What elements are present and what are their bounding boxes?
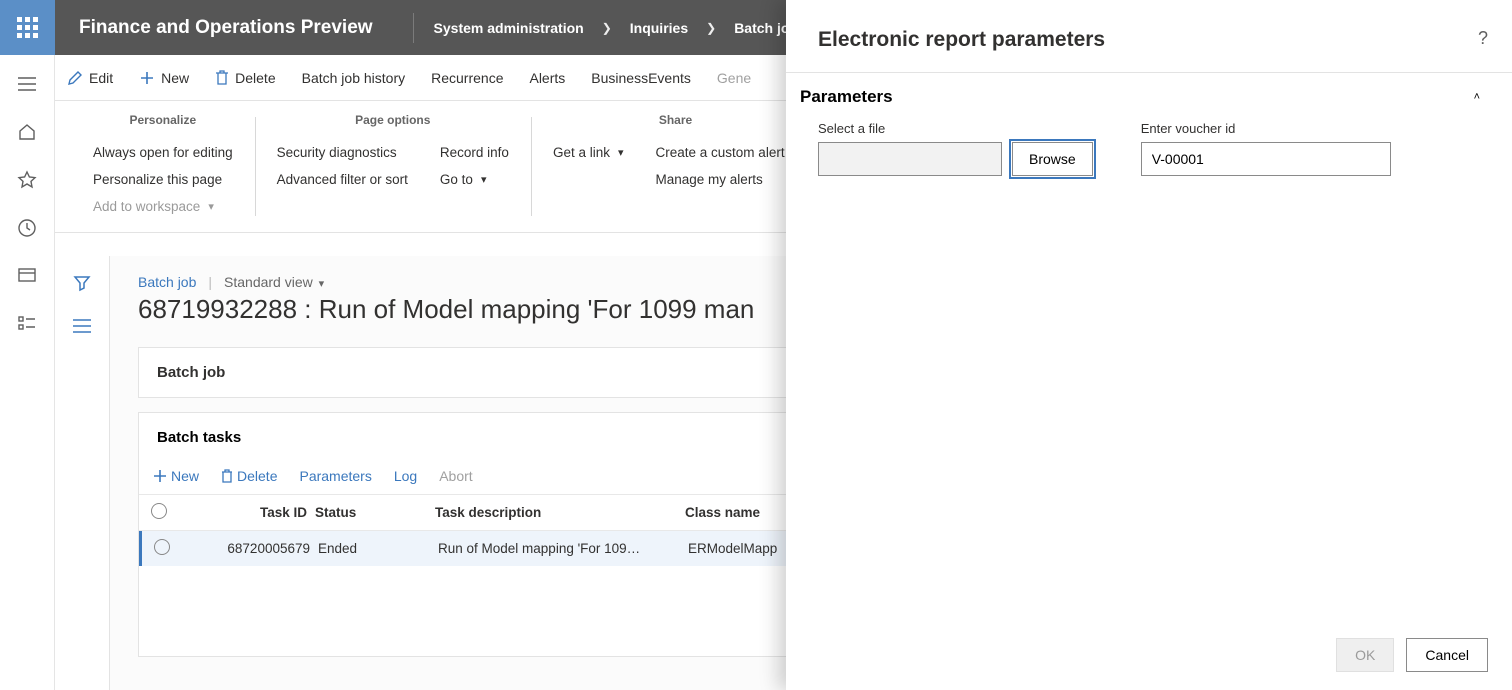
get-a-link[interactable]: Get a link▾ xyxy=(553,139,624,166)
help-icon[interactable]: ? xyxy=(1478,28,1488,49)
cell-task-id: 68720005679 xyxy=(198,541,318,556)
new-action[interactable]: New xyxy=(139,70,189,86)
app-title: Finance and Operations Preview xyxy=(79,17,373,39)
standard-view-dropdown[interactable]: Standard view ▾ xyxy=(224,274,324,290)
flyout-header: Electronic report parameters ? xyxy=(786,0,1512,64)
strip-group-personalize: Personalize Always open for editing Pers… xyxy=(71,113,255,220)
select-file-label: Select a file xyxy=(818,121,1093,136)
chevron-down-icon: ▾ xyxy=(208,200,214,213)
cell-status: Ended xyxy=(318,541,438,556)
breadcrumb-item-inquiries[interactable]: Inquiries xyxy=(630,20,688,36)
tasks-parameters[interactable]: Parameters xyxy=(299,468,371,484)
breadcrumb-item-sysadmin[interactable]: System administration xyxy=(434,20,584,36)
recurrence-action[interactable]: Recurrence xyxy=(431,70,503,86)
advanced-filter-sort[interactable]: Advanced filter or sort xyxy=(277,166,408,193)
workspace-icon[interactable] xyxy=(16,265,38,287)
col-task-id[interactable]: Task ID xyxy=(195,505,315,520)
select-file-input[interactable] xyxy=(818,142,1002,176)
breadcrumb-separator xyxy=(413,13,414,43)
browse-button[interactable]: Browse xyxy=(1012,142,1093,176)
parameters-flyout: Electronic report parameters ? Parameter… xyxy=(786,0,1512,690)
flyout-section-parameters[interactable]: Parameters ˄ xyxy=(786,73,1512,117)
trash-icon xyxy=(215,70,229,86)
create-custom-alert[interactable]: Create a custom alert▾ xyxy=(656,139,799,166)
waffle-icon xyxy=(17,17,38,38)
cell-desc: Run of Model mapping 'For 109… xyxy=(438,541,688,556)
ok-button: OK xyxy=(1336,638,1394,672)
flyout-body: Select a file Browse Enter voucher id xyxy=(786,117,1512,180)
field-voucher-id: Enter voucher id xyxy=(1141,121,1391,176)
col-task-desc[interactable]: Task description xyxy=(435,505,685,520)
row-select-radio[interactable] xyxy=(154,539,170,555)
chevron-right-icon: ❯ xyxy=(706,21,716,35)
batch-job-link[interactable]: Batch job xyxy=(138,274,196,290)
generate-action-truncated[interactable]: Gene xyxy=(717,70,751,86)
pipe-separator: | xyxy=(208,274,212,290)
field-select-file: Select a file Browse xyxy=(818,121,1093,176)
strip-group-share: Share Get a link▾ Create a custom alert▾… xyxy=(531,113,820,220)
plus-icon xyxy=(139,70,155,86)
recent-icon[interactable] xyxy=(16,217,38,239)
tasks-log[interactable]: Log xyxy=(394,468,417,484)
list-icon[interactable] xyxy=(73,319,91,338)
tasks-new[interactable]: New xyxy=(153,468,199,484)
breadcrumb: System administration ❯ Inquiries ❯ Batc… xyxy=(434,20,806,36)
manage-my-alerts[interactable]: Manage my alerts xyxy=(656,166,799,193)
go-to[interactable]: Go to▾ xyxy=(440,166,509,193)
always-open-editing[interactable]: Always open for editing xyxy=(93,139,233,166)
voucher-id-label: Enter voucher id xyxy=(1141,121,1391,136)
voucher-id-input[interactable] xyxy=(1141,142,1391,176)
chevron-up-icon: ˄ xyxy=(1474,91,1480,103)
tasks-delete[interactable]: Delete xyxy=(221,468,277,484)
modules-icon[interactable] xyxy=(16,313,38,335)
cancel-button[interactable]: Cancel xyxy=(1406,638,1488,672)
pencil-icon xyxy=(67,70,83,86)
chevron-right-icon: ❯ xyxy=(602,21,612,35)
home-icon[interactable] xyxy=(16,121,38,143)
delete-action[interactable]: Delete xyxy=(215,70,275,86)
chevron-down-icon: ▾ xyxy=(618,146,624,159)
security-diagnostics[interactable]: Security diagnostics xyxy=(277,139,408,166)
star-icon[interactable] xyxy=(16,169,38,191)
personalize-this-page[interactable]: Personalize this page xyxy=(93,166,233,193)
plus-icon xyxy=(153,469,167,483)
flyout-footer: OK Cancel xyxy=(786,620,1512,690)
edit-action[interactable]: Edit xyxy=(67,70,113,86)
left-nav-rail xyxy=(0,55,55,690)
app-launcher[interactable] xyxy=(0,0,55,55)
tasks-abort: Abort xyxy=(439,468,472,484)
strip-group-page-options: Page options Security diagnostics Advanc… xyxy=(255,113,531,220)
batch-history-action[interactable]: Batch job history xyxy=(302,70,406,86)
alerts-action[interactable]: Alerts xyxy=(529,70,565,86)
strip-head-personalize: Personalize xyxy=(93,113,233,127)
add-to-workspace[interactable]: Add to workspace▾ xyxy=(93,193,233,220)
hamburger-icon[interactable] xyxy=(16,73,38,95)
flyout-title: Electronic report parameters xyxy=(818,28,1105,52)
filter-icon[interactable] xyxy=(73,274,91,297)
strip-head-page-options: Page options xyxy=(277,113,509,127)
chevron-down-icon: ▾ xyxy=(481,173,487,186)
select-all-radio[interactable] xyxy=(151,503,167,519)
business-events-action[interactable]: BusinessEvents xyxy=(591,70,691,86)
strip-head-share: Share xyxy=(553,113,798,127)
chevron-down-icon: ▾ xyxy=(319,278,325,290)
trash-icon xyxy=(221,469,233,483)
record-info[interactable]: Record info xyxy=(440,139,509,166)
col-status[interactable]: Status xyxy=(315,505,435,520)
record-mini-rail xyxy=(55,256,110,690)
